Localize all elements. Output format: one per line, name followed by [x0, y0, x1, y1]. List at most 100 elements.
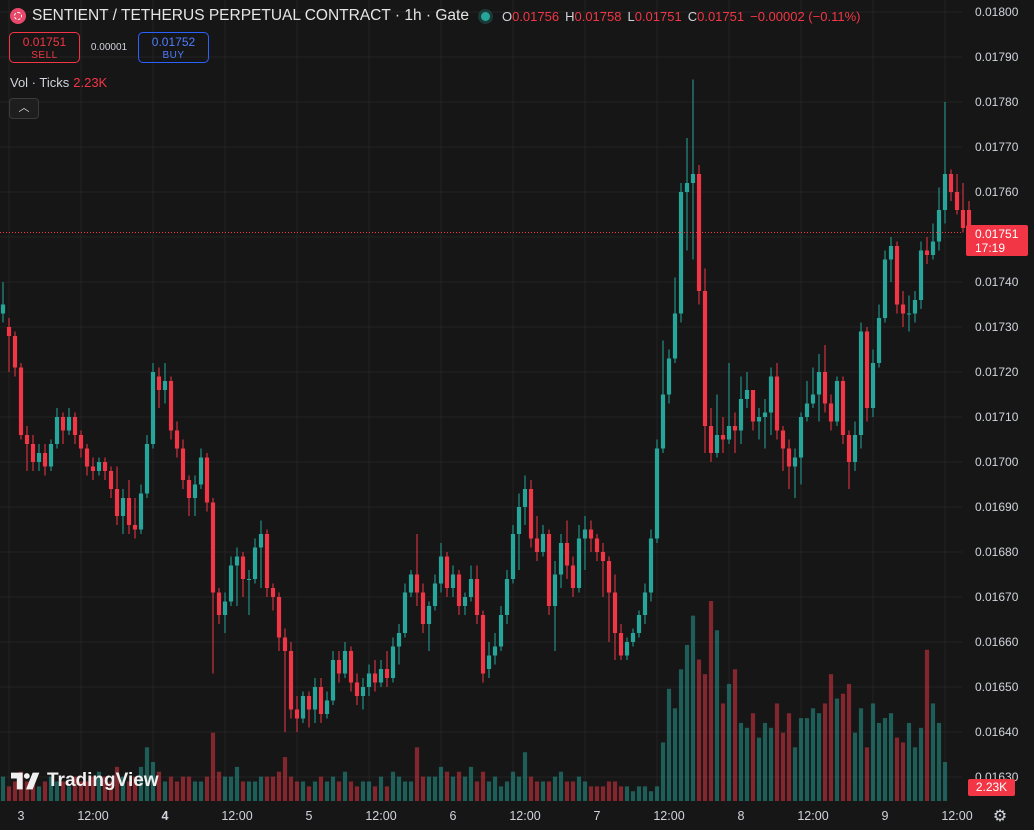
- candle-body: [954, 192, 960, 210]
- candle: [666, 349, 672, 404]
- candle-body: [384, 669, 390, 678]
- volume-bar: [408, 781, 414, 801]
- sell-button[interactable]: 0.01751 SELL: [9, 32, 80, 63]
- volume-bar: [552, 776, 558, 801]
- candle: [576, 525, 582, 593]
- candle-body: [216, 592, 222, 615]
- volume-bar: [336, 781, 342, 801]
- volume-bar: [354, 786, 360, 801]
- volume-bar: [726, 683, 732, 801]
- tradingview-logo[interactable]: TradingView: [11, 770, 159, 792]
- candle-body: [96, 462, 102, 471]
- volume-bar: [870, 703, 876, 801]
- candle: [618, 624, 624, 660]
- volume-bar: [942, 761, 948, 801]
- candle: [942, 102, 948, 224]
- symbol-title[interactable]: SENTIENT / TETHERUS PERPETUAL CONTRACT ·…: [32, 7, 469, 25]
- volume-bar: [498, 786, 504, 801]
- volume-bar: [456, 771, 462, 801]
- candle-body: [960, 210, 966, 228]
- candle: [42, 444, 48, 476]
- volume-bar: [888, 713, 894, 801]
- candle: [84, 444, 90, 476]
- volume-bar: [180, 776, 186, 801]
- candle: [588, 520, 594, 552]
- market-status-icon[interactable]: [480, 11, 490, 21]
- candle-body: [60, 417, 66, 431]
- candle: [894, 241, 900, 314]
- candle: [402, 583, 408, 638]
- candle: [708, 408, 714, 462]
- volume-bar: [240, 781, 246, 801]
- volume-bar: [168, 776, 174, 801]
- volume-bar: [486, 781, 492, 801]
- price-chart[interactable]: [0, 0, 1034, 830]
- volume-bar: [792, 747, 798, 801]
- candle-body: [600, 552, 606, 561]
- candle: [948, 169, 954, 201]
- candle: [816, 354, 822, 422]
- candle-body: [486, 655, 492, 669]
- time-tick-label: 4: [161, 809, 169, 823]
- candle-body: [420, 592, 426, 624]
- time-tick-label: 3: [17, 809, 25, 823]
- candle-body: [258, 534, 264, 548]
- settings-gear-icon[interactable]: ⚙: [989, 806, 1011, 828]
- candle-body: [432, 583, 438, 606]
- candle: [78, 430, 84, 458]
- volume-bar: [810, 708, 816, 801]
- candle-body: [516, 507, 522, 534]
- time-tick-label: 8: [737, 809, 745, 823]
- candle-body: [36, 453, 42, 462]
- candle-body: [936, 210, 942, 242]
- candle: [480, 610, 486, 683]
- candle-body: [306, 696, 312, 710]
- volume-bar: [288, 776, 294, 801]
- volume-bar: [702, 674, 708, 801]
- candle-body: [270, 588, 276, 597]
- candle-body: [102, 462, 108, 471]
- price-tick-label: 0.01800: [975, 5, 1019, 19]
- candle: [270, 583, 276, 611]
- volume-bar: [372, 786, 378, 801]
- candle-body: [576, 538, 582, 588]
- candle: [318, 678, 324, 723]
- candle: [282, 628, 288, 732]
- candle: [960, 183, 966, 233]
- volume-bar: [690, 615, 696, 801]
- volume-bar: [420, 776, 426, 801]
- candle: [312, 678, 318, 723]
- spread-value: 0.00001: [90, 42, 128, 53]
- candle-body: [546, 534, 552, 606]
- candle: [654, 439, 660, 543]
- volume-bar: [738, 722, 744, 801]
- candle-body: [900, 304, 906, 314]
- collapse-legend-button[interactable]: ︿: [9, 98, 39, 119]
- volume-bar: [516, 776, 522, 801]
- volume-bar: [606, 781, 612, 801]
- candle: [330, 651, 336, 705]
- candle-body: [648, 538, 654, 593]
- candle-body: [198, 457, 204, 485]
- candle: [102, 457, 108, 480]
- candle: [222, 592, 228, 633]
- time-tick-label: 12:00: [797, 809, 829, 823]
- candle-body: [84, 448, 90, 467]
- candle-body: [156, 376, 162, 390]
- candle-body: [720, 435, 726, 440]
- candle-body: [264, 534, 270, 588]
- candle-body: [24, 435, 30, 444]
- candle-body: [552, 574, 558, 606]
- price-tick-label: 0.01650: [975, 680, 1019, 694]
- candle: [918, 241, 924, 309]
- candle-body: [780, 430, 786, 449]
- candle: [492, 633, 498, 665]
- volume-bar: [882, 718, 888, 801]
- volume-bar: [858, 708, 864, 801]
- candle-body: [948, 174, 954, 192]
- candle: [522, 475, 528, 525]
- candle: [780, 426, 786, 471]
- buy-button[interactable]: 0.01752 BUY: [138, 32, 209, 63]
- candle-body: [690, 174, 696, 183]
- candle: [420, 583, 426, 633]
